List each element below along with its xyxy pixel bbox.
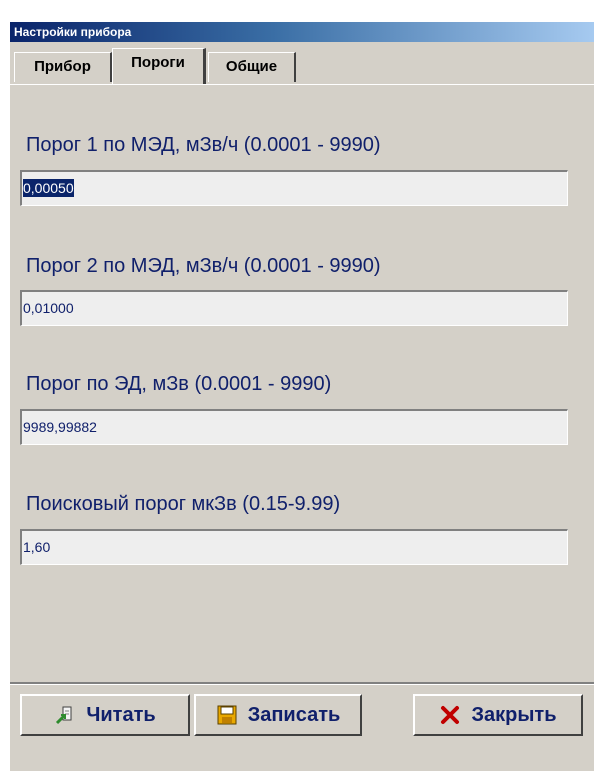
threshold-1-input[interactable]: 0,00050 [20, 170, 568, 206]
tab-device[interactable]: Прибор [14, 52, 112, 82]
dose-threshold-input[interactable]: 9989,99882 [20, 409, 568, 445]
tab-general[interactable]: Общие [208, 52, 296, 82]
tab-bar: Прибор Пороги Общие [10, 46, 594, 84]
tab-thresholds[interactable]: Пороги [112, 48, 206, 84]
threshold-2-value: 0,01000 [23, 300, 74, 316]
button-bar-divider [10, 682, 594, 685]
threshold-2-label: Порог 2 по МЭД, мЗв/ч (0.0001 - 9990) [26, 255, 381, 277]
search-threshold-value: 1,60 [23, 539, 51, 555]
tab-divider [10, 84, 594, 85]
close-icon [439, 704, 461, 726]
dose-threshold-value: 9989,99882 [23, 419, 97, 435]
save-icon [216, 704, 238, 726]
window-title: Настройки прибора [10, 22, 594, 42]
write-button[interactable]: Записать [194, 694, 362, 736]
threshold-2-input[interactable]: 0,01000 [20, 290, 568, 326]
close-button[interactable]: Закрыть [413, 694, 583, 736]
threshold-1-value: 0,00050 [23, 179, 74, 197]
search-threshold-input[interactable]: 1,60 [20, 529, 568, 565]
close-button-label: Закрыть [471, 703, 557, 726]
read-button[interactable]: Читать [20, 694, 190, 736]
dose-threshold-label: Порог по ЭД, мЗв (0.0001 - 9990) [26, 373, 332, 395]
read-icon [54, 704, 76, 726]
settings-window: Настройки прибора Прибор Пороги Общие По… [10, 22, 594, 771]
search-threshold-label: Поисковый порог мкЗв (0.15-9.99) [26, 493, 341, 515]
write-button-label: Записать [247, 703, 341, 726]
threshold-1-label: Порог 1 по МЭД, мЗв/ч (0.0001 - 9990) [26, 134, 381, 156]
read-button-label: Читать [86, 703, 156, 726]
